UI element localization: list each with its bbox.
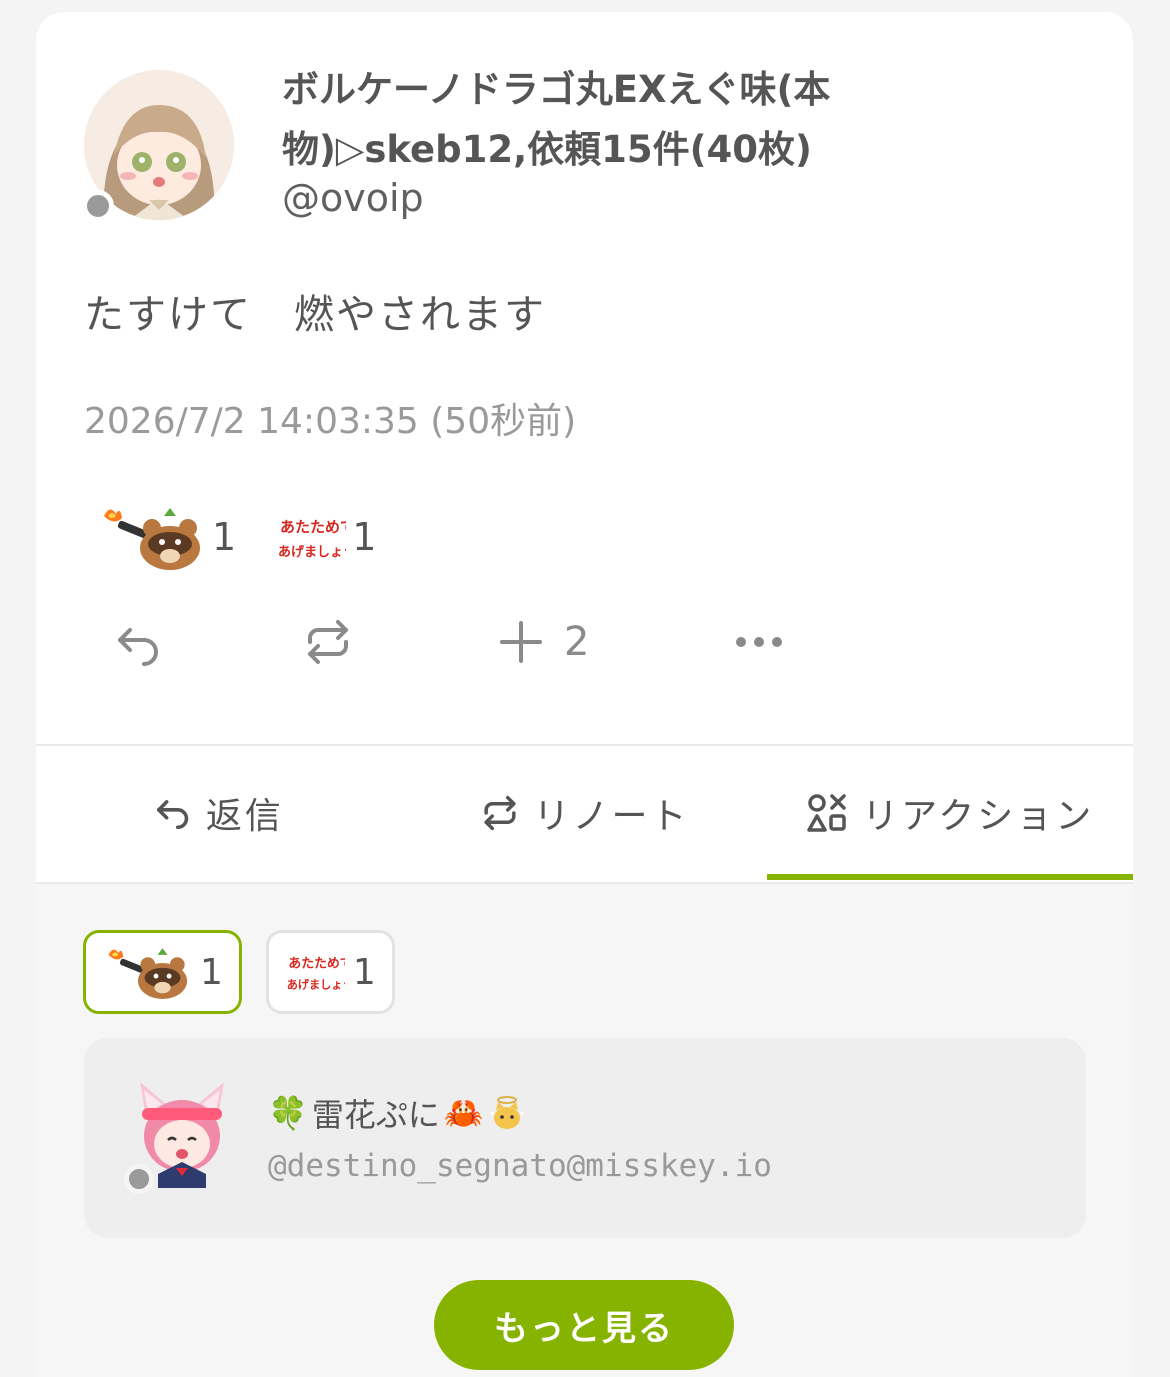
tab-label: リノート	[533, 796, 690, 837]
atatamete-agemashou-ne-emoji: あたためて あげましょうね	[287, 957, 345, 992]
online-status-dot	[82, 190, 114, 222]
reply-icon	[118, 628, 158, 666]
reply-button[interactable]	[114, 612, 162, 672]
reaction-count: 1	[352, 951, 376, 993]
angel-cat-emoji	[490, 1096, 524, 1129]
reactor-user-card[interactable]: 🍀 雷花ぷに 🦀 @destino_segnato@misskey.io	[84, 1038, 1086, 1238]
tab-replies[interactable]: 返信	[36, 746, 402, 880]
renote-icon	[308, 620, 348, 664]
crab-emoji: 🦀	[443, 1094, 484, 1132]
divider	[36, 882, 1133, 884]
note-actions: 2	[110, 612, 810, 672]
reaction-filter: 1 あたためて あげましょうね 1	[83, 930, 395, 1014]
svg-text:あげましょうね: あげましょうね	[278, 544, 346, 560]
reaction-count: 1	[200, 951, 223, 993]
reaction-total-count: 2	[564, 619, 590, 665]
raccoon-flamethrower-emoji	[96, 502, 206, 572]
renote-icon	[483, 795, 516, 831]
plus-icon	[500, 621, 542, 663]
reaction-list: 1 あたためて あげましょうね 1	[96, 502, 376, 572]
reactor-handle[interactable]: @destino_segnato@misskey.io	[268, 1148, 772, 1184]
load-more-button[interactable]: もっと見る	[434, 1280, 734, 1370]
reaction-atatamete[interactable]: あたためて あげましょうね 1	[276, 502, 376, 572]
add-reaction-button[interactable]: 2	[498, 612, 589, 672]
note-text: たすけて 燃やされます	[84, 292, 546, 338]
clover-emoji: 🍀	[268, 1094, 308, 1132]
tab-label: リアクション	[862, 796, 1095, 837]
atatamete-agemashou-ne-emoji: あたためて あげましょうね	[276, 502, 369, 572]
note-card: ボルケーノドラゴ丸EXえぐ味(本物)▷skeb12,依頼15件(40枚) @ov…	[36, 12, 1133, 1377]
user-display-name[interactable]: ボルケーノドラゴ丸EXえぐ味(本物)▷skeb12,依頼15件(40枚)	[282, 60, 902, 180]
more-icon	[736, 637, 782, 647]
reactor-online-dot	[124, 1164, 154, 1194]
reactor-display-name[interactable]: 🍀 雷花ぷに 🦀	[268, 1090, 526, 1136]
reaction-raccoon-flamethrower[interactable]: 1	[96, 502, 236, 572]
detail-tabs: 返信 リノート リアクション	[36, 746, 1133, 880]
reply-icon	[156, 800, 189, 830]
svg-text:あたためて: あたためて	[288, 957, 345, 972]
shapes-icon	[807, 794, 846, 832]
tab-reactions[interactable]: リアクション	[767, 746, 1133, 880]
reaction-filter-atatamete[interactable]: あたためて あげましょうね 1	[265, 930, 395, 1014]
reaction-filter-raccoon[interactable]: 1	[83, 930, 242, 1014]
tab-renotes[interactable]: リノート	[402, 746, 768, 880]
reaction-count: 1	[352, 515, 377, 559]
reaction-count: 1	[212, 515, 237, 559]
tab-label: 返信	[205, 796, 284, 837]
svg-text:あげましょうね: あげましょうね	[287, 977, 345, 991]
more-options-button[interactable]	[734, 612, 784, 672]
raccoon-flamethrower-emoji	[108, 948, 188, 999]
reactor-name-text: 雷花ぷに	[311, 1096, 440, 1134]
svg-text:あたためて: あたためて	[280, 518, 346, 536]
note-timestamp[interactable]: 2026/7/2 14:03:35 (50秒前)	[84, 392, 576, 444]
renote-button[interactable]	[302, 612, 354, 672]
reactions-panel: 1 あたためて あげましょうね 1	[36, 882, 1133, 1377]
user-handle[interactable]: @ovoip	[282, 176, 424, 220]
